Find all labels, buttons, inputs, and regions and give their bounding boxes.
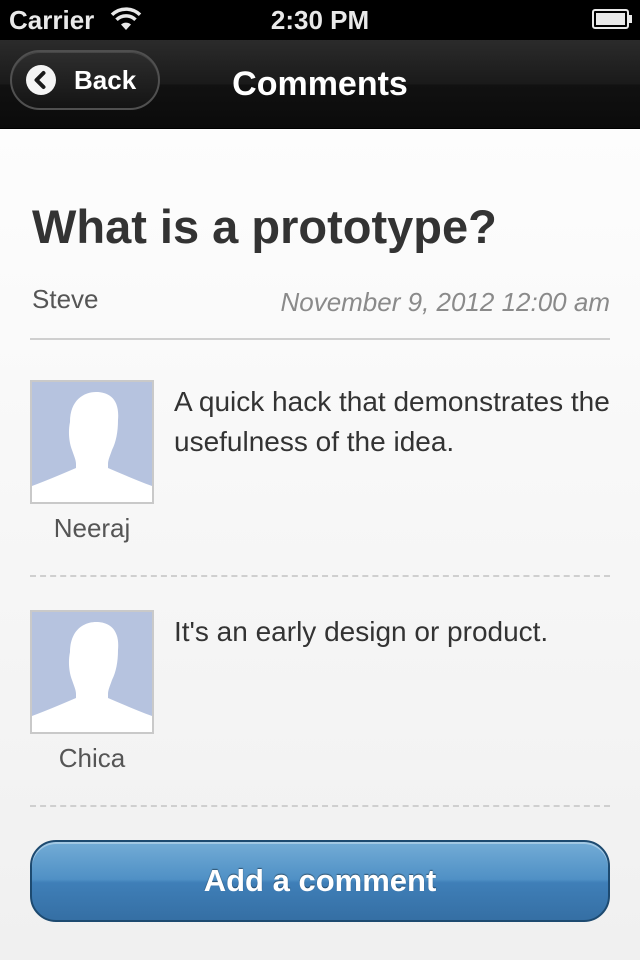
back-button[interactable]: Back [10,50,160,110]
comment-author: Neeraj [53,513,131,543]
post-author: Steve [32,284,99,314]
default-avatar-icon [32,622,152,732]
chevron-left-icon [26,65,56,95]
header-divider [30,338,610,340]
comments-content: What is a prototype? Steve November 9, 2… [0,129,640,960]
post-title: What is a prototype? [32,200,497,253]
comment-divider [30,575,610,577]
navigation-bar: Back [0,40,640,129]
status-time: 2:30 PM [270,5,370,35]
back-label: Back [74,65,137,95]
comment-author: Chica [58,743,126,773]
default-avatar-icon [32,392,152,502]
comment-text: A quick hack that demonstrates the usefu… [174,386,610,457]
avatar [30,380,154,504]
comment-divider [30,805,610,807]
battery-icon [592,8,634,30]
post-date: November 9, 2012 12:00 am [280,287,610,317]
comment-text: It's an early design or product. [174,616,549,647]
status-bar: Carrier 2:30 PM [0,0,640,40]
avatar [30,610,154,734]
add-comment-button[interactable]: Add a comment [30,840,610,922]
